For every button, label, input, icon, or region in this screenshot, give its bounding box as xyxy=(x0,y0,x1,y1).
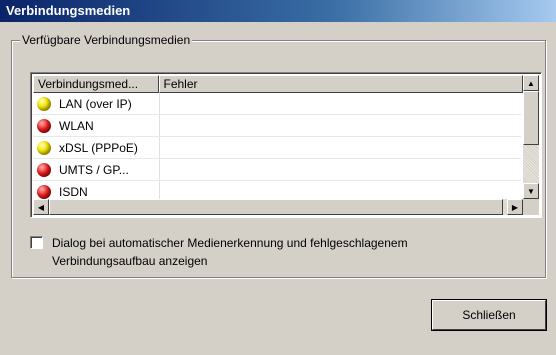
scroll-up-icon[interactable]: ▲ xyxy=(523,75,539,91)
title-bar[interactable]: Verbindungsmedien xyxy=(0,0,556,22)
vertical-scrollbar[interactable]: ▲ ▼ xyxy=(523,75,539,199)
status-yellow-icon xyxy=(37,140,51,155)
cell-medium: UMTS / GP... xyxy=(33,159,160,180)
horizontal-scroll-thumb[interactable] xyxy=(49,199,503,215)
list-item[interactable]: LAN (over IP) xyxy=(33,93,521,115)
list-item[interactable]: WLAN xyxy=(33,115,521,137)
medium-label: xDSL (PPPoE) xyxy=(59,140,138,155)
cell-error xyxy=(160,159,521,180)
column-header-error[interactable]: Fehler xyxy=(158,75,523,93)
cell-medium: xDSL (PPPoE) xyxy=(33,137,160,158)
scrollbar-corner xyxy=(523,199,539,215)
close-button[interactable]: Schließen xyxy=(432,300,546,330)
list-header: Verbindungsmed... Fehler xyxy=(33,75,523,93)
media-listview[interactable]: Verbindungsmed... Fehler LAN (over IP) W… xyxy=(30,72,542,218)
cell-error xyxy=(160,137,521,158)
horizontal-scrollbar[interactable]: ◀ ▶ xyxy=(33,199,523,215)
list-item[interactable]: UMTS / GP... xyxy=(33,159,521,181)
cell-error xyxy=(160,93,521,114)
medium-label: UMTS / GP... xyxy=(59,162,129,177)
scroll-down-icon[interactable]: ▼ xyxy=(523,183,539,199)
status-red-icon xyxy=(37,162,51,177)
vertical-scroll-thumb[interactable] xyxy=(523,91,539,145)
group-label: Verfügbare Verbindungsmedien xyxy=(20,33,193,47)
list-rows: LAN (over IP) WLAN xDSL (PPPoE) UMTS / G… xyxy=(33,93,521,203)
list-item[interactable]: xDSL (PPPoE) xyxy=(33,137,521,159)
column-header-medium[interactable]: Verbindungsmed... xyxy=(33,75,159,93)
window-title: Verbindungsmedien xyxy=(6,3,131,18)
medium-label: ISDN xyxy=(59,184,88,199)
show-dialog-label[interactable]: Dialog bei automatischer Medienerkennung… xyxy=(52,234,492,270)
cell-medium: WLAN xyxy=(33,115,160,136)
medium-label: WLAN xyxy=(59,118,94,133)
cell-medium: LAN (over IP) xyxy=(33,93,160,114)
status-red-icon xyxy=(37,118,51,133)
scroll-left-icon[interactable]: ◀ xyxy=(33,199,49,215)
dialog-window: Verbindungsmedien Verfügbare Verbindungs… xyxy=(0,0,556,355)
medium-label: LAN (over IP) xyxy=(59,96,132,111)
scroll-right-icon[interactable]: ▶ xyxy=(507,199,523,215)
status-red-icon xyxy=(37,184,51,199)
show-dialog-checkbox[interactable] xyxy=(30,236,43,249)
cell-error xyxy=(160,115,521,136)
status-yellow-icon xyxy=(37,96,51,111)
